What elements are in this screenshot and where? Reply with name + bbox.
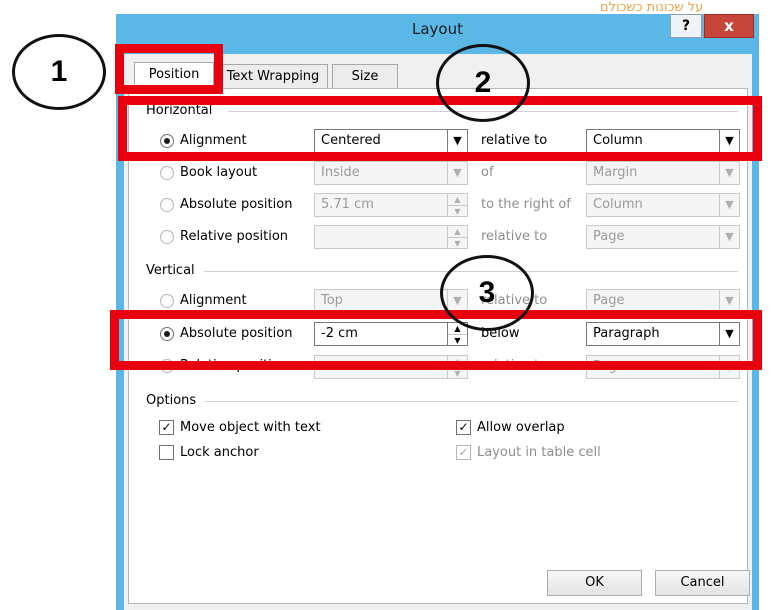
close-icon: x <box>724 17 734 35</box>
background-document-text: על שכונות כשכולם <box>600 0 704 15</box>
ok-button[interactable]: OK <box>547 570 642 596</box>
h-absolute-position-target-select[interactable]: Column ▼ <box>586 193 740 217</box>
move-with-text-checkbox[interactable]: ✓ <box>159 420 174 435</box>
dialog-title: Layout <box>412 20 463 38</box>
chevron-down-icon: ▼ <box>447 162 467 184</box>
v-alignment-label: Alignment <box>180 293 247 308</box>
h-book-layout-label: Book layout <box>180 165 258 180</box>
checkmark-icon: ✓ <box>161 420 172 434</box>
h-absolute-position-relation: to the right of <box>481 197 571 212</box>
close-button[interactable]: x <box>704 14 754 38</box>
h-relative-position-label: Relative position <box>180 229 289 244</box>
h-relative-position-radio[interactable] <box>160 230 174 244</box>
chevron-down-icon: ▼ <box>719 290 739 312</box>
annotation-marker-1: 1 <box>12 34 106 110</box>
h-absolute-position-label: Absolute position <box>180 197 293 212</box>
highlight-vertical-absolute-position <box>110 310 762 370</box>
h-book-layout-target-value: Margin <box>593 165 638 180</box>
h-relative-position-relation: relative to <box>481 229 548 244</box>
tab-size[interactable]: Size <box>332 64 398 90</box>
chevron-down-icon: ▼ <box>719 162 739 184</box>
annotation-marker-3: 3 <box>440 255 534 331</box>
tab-text-wrapping[interactable]: Text Wrapping <box>218 64 328 90</box>
options-divider <box>204 401 738 402</box>
help-icon: ? <box>681 18 691 34</box>
spinner-arrows-icon[interactable]: ▲ ▼ <box>447 226 467 248</box>
h-book-layout-value: Inside <box>321 165 360 180</box>
cancel-button[interactable]: Cancel <box>655 570 750 596</box>
vertical-group-title: Vertical <box>146 263 195 278</box>
h-absolute-position-value: 5.71 cm <box>321 197 374 212</box>
h-book-layout-target-select[interactable]: Margin ▼ <box>586 161 740 185</box>
v-alignment-value: Top <box>321 293 343 308</box>
layout-in-table-checkbox[interactable]: ✓ <box>456 445 471 460</box>
layout-in-table-label: Layout in table cell <box>477 445 601 460</box>
chevron-down-icon: ▼ <box>719 226 739 248</box>
h-absolute-position-target-value: Column <box>593 197 643 212</box>
highlight-position-tab <box>115 44 223 94</box>
options-group-title: Options <box>146 393 197 408</box>
h-absolute-position-radio[interactable] <box>160 198 174 212</box>
allow-overlap-label: Allow overlap <box>477 420 565 435</box>
h-book-layout-select[interactable]: Inside ▼ <box>314 161 468 185</box>
h-book-layout-relation: of <box>481 165 494 180</box>
annotation-marker-2: 2 <box>436 44 530 122</box>
checkmark-icon: ✓ <box>458 445 469 459</box>
h-book-layout-radio[interactable] <box>160 166 174 180</box>
v-alignment-target-value: Page <box>593 293 625 308</box>
h-absolute-position-spinner[interactable]: 5.71 cm ▲ ▼ <box>314 193 468 217</box>
checkmark-icon: ✓ <box>458 420 469 434</box>
spinner-arrows-icon[interactable]: ▲ ▼ <box>447 194 467 216</box>
lock-anchor-checkbox[interactable] <box>159 445 174 460</box>
help-button[interactable]: ? <box>670 14 702 38</box>
move-with-text-label: Move object with text <box>180 420 321 435</box>
lock-anchor-label: Lock anchor <box>180 445 259 460</box>
h-relative-position-spinner[interactable]: ▲ ▼ <box>314 225 468 249</box>
allow-overlap-checkbox[interactable]: ✓ <box>456 420 471 435</box>
h-relative-position-target-value: Page <box>593 229 625 244</box>
h-relative-position-target-select[interactable]: Page ▼ <box>586 225 740 249</box>
v-alignment-radio[interactable] <box>160 294 174 308</box>
chevron-down-icon: ▼ <box>719 194 739 216</box>
highlight-horizontal-alignment <box>118 96 762 161</box>
